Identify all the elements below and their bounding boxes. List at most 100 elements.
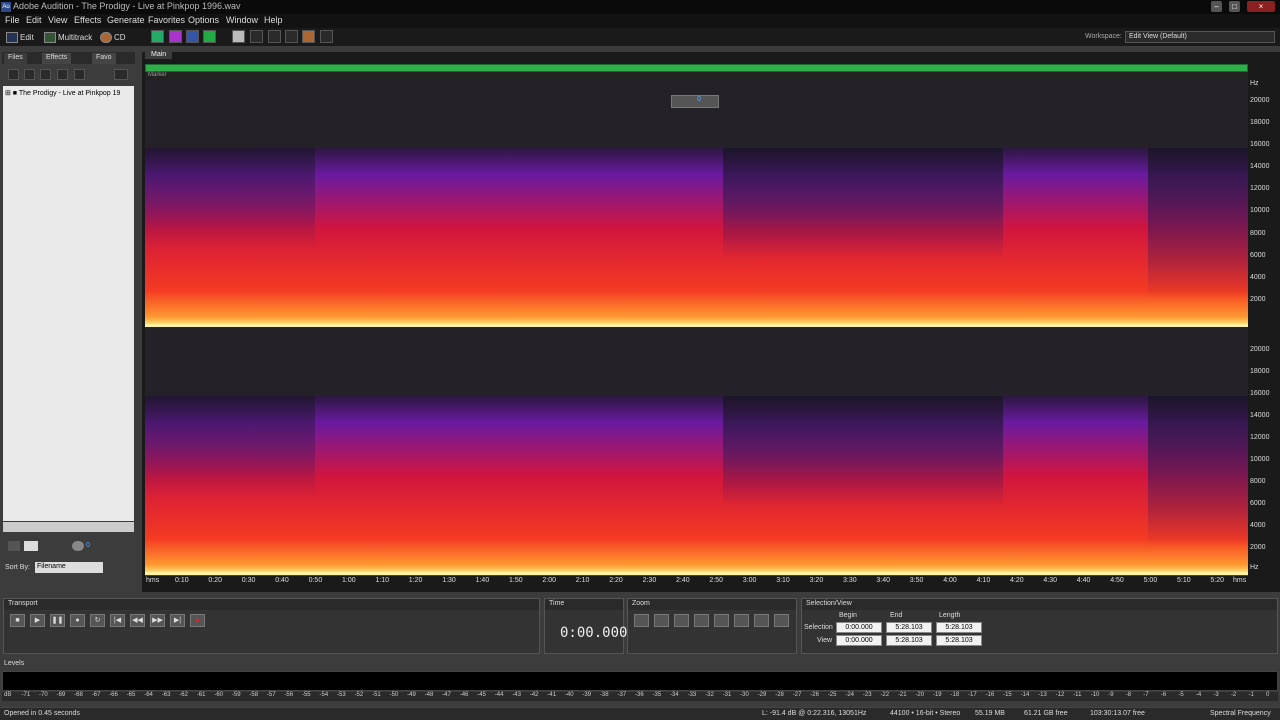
zoom-title: Zoom	[628, 599, 796, 610]
levels-scale-label: -51	[372, 692, 381, 698]
marquee-icon[interactable]	[250, 30, 263, 43]
minimize-icon[interactable]: –	[1211, 1, 1222, 12]
ruler-label: 4000	[1250, 522, 1266, 529]
close-file-icon[interactable]	[24, 69, 35, 80]
zoom-out-full-icon[interactable]	[674, 614, 689, 627]
time-ruler-label: 2:40	[676, 577, 690, 584]
volume-knob-icon[interactable]	[72, 541, 84, 551]
move-icon[interactable]	[320, 30, 333, 43]
levels-scale-label: -8	[1125, 692, 1132, 698]
zoom-out-horizontal-icon[interactable]	[654, 614, 669, 627]
stop-icon[interactable]: ■	[10, 614, 25, 627]
workspace-select[interactable]: Edit View (Default)	[1125, 31, 1275, 43]
lasso-icon[interactable]	[268, 30, 281, 43]
edit-view-button[interactable]: Edit	[6, 30, 34, 44]
import-icon[interactable]	[40, 69, 51, 80]
menu-generate[interactable]: Generate	[107, 15, 145, 25]
auto-play-icon[interactable]	[8, 541, 20, 551]
zoom-out-vertical-icon[interactable]	[774, 614, 789, 627]
menu-favorites[interactable]: Favorites	[148, 15, 185, 25]
selection-begin-field[interactable]: 0:00.000	[836, 622, 882, 633]
view-end-field[interactable]: 5:28.103	[886, 635, 932, 646]
maximize-icon[interactable]: □	[1229, 1, 1240, 12]
open-file-icon[interactable]	[8, 69, 19, 80]
loop-icon[interactable]	[24, 541, 38, 551]
spot-healing-icon[interactable]	[302, 30, 315, 43]
selection-length-field[interactable]: 5:28.103	[936, 622, 982, 633]
row-selection-label: Selection	[804, 624, 833, 631]
time-selection-icon[interactable]	[232, 30, 245, 43]
panel-options-icon[interactable]	[114, 69, 128, 80]
time-ruler-label: 0:30	[241, 577, 256, 584]
tab-files[interactable]: Files	[4, 53, 27, 64]
pause-icon[interactable]: ❚❚	[50, 614, 65, 627]
play-file-icon[interactable]	[74, 69, 85, 80]
levels-scale-label: -57	[266, 692, 276, 698]
zoom-in-vertical-icon[interactable]	[754, 614, 769, 627]
selection-end-field[interactable]: 5:28.103	[886, 622, 932, 633]
go-to-end-icon[interactable]: ▶|	[170, 614, 185, 627]
phase-view-icon[interactable]	[203, 30, 216, 43]
file-list: ⊞ ■ The Prodigy - Live at Pinkpop 19	[3, 86, 134, 521]
levels-meter	[2, 671, 1278, 691]
fast-forward-icon[interactable]: ▶▶	[150, 614, 165, 627]
levels-scale-label: -19	[932, 692, 942, 698]
spectral-display[interactable]	[145, 80, 1248, 575]
pan-view-icon[interactable]	[186, 30, 199, 43]
play-icon[interactable]: ▶	[30, 614, 45, 627]
menu-window[interactable]: Window	[226, 15, 258, 25]
time-ruler-label: 4:00	[943, 577, 957, 584]
cd-view-button[interactable]: CD	[100, 30, 126, 44]
waveform-view-icon[interactable]	[151, 30, 164, 43]
col-end-label: End	[890, 612, 903, 619]
levels-scale-label: -5	[1178, 692, 1184, 698]
levels-scale-label: -10	[1090, 692, 1100, 698]
menu-help[interactable]: Help	[264, 15, 283, 25]
view-length-field[interactable]: 5:28.103	[936, 635, 982, 646]
levels-title: Levels	[4, 660, 25, 667]
record-icon[interactable]: ●	[190, 614, 205, 627]
menu-effects[interactable]: Effects	[74, 15, 101, 25]
menu-options[interactable]: Options	[188, 15, 219, 25]
levels-scale-label: -29	[757, 692, 767, 698]
levels-scale-label: -27	[792, 692, 802, 698]
tab-main[interactable]: Main	[145, 50, 173, 59]
loop-play-icon[interactable]: ↻	[90, 614, 105, 627]
tab-effects[interactable]: Effects	[42, 53, 72, 64]
menu-edit[interactable]: Edit	[26, 15, 42, 25]
go-to-start-icon[interactable]: |◀	[110, 614, 125, 627]
file-list-scrollbar[interactable]	[3, 522, 134, 532]
menu-file[interactable]: File	[5, 15, 20, 25]
close-icon[interactable]: ×	[1247, 1, 1275, 12]
zoom-in-horizontal-icon[interactable]	[634, 614, 649, 627]
zoom-right-icon[interactable]	[734, 614, 749, 627]
status-bar: Opened in 0.45 seconds L: -91.4 dB @ 0:2…	[0, 707, 1280, 720]
rewind-icon[interactable]: ◀◀	[130, 614, 145, 627]
time-ruler[interactable]: hms 0:10 0:20 0:30 0:40 0:50 1:00 1:10 1:20 1:30 1…	[145, 575, 1248, 589]
sort-by-select[interactable]: Filename	[35, 562, 103, 573]
multitrack-label: Multitrack	[58, 32, 93, 42]
levels-scale-label: -52	[354, 692, 364, 698]
tab-favorites[interactable]: Favo	[92, 53, 116, 64]
marker-bar[interactable]	[145, 72, 1248, 80]
ruler-label: 14000	[1250, 163, 1270, 170]
menu-view[interactable]: View	[48, 15, 67, 25]
play-from-cursor-icon[interactable]: ●	[70, 614, 85, 627]
file-item[interactable]: ⊞ ■ The Prodigy - Live at Pinkpop 19	[5, 89, 120, 97]
clip-volume-control[interactable]: 0	[671, 95, 719, 108]
zoom-to-selection-icon[interactable]	[694, 614, 709, 627]
overview-bar[interactable]	[145, 64, 1248, 72]
status-size: 55.19 MB	[975, 710, 1005, 717]
status-free-space: 61.21 GB free	[1024, 710, 1068, 717]
brush-icon[interactable]	[285, 30, 298, 43]
view-begin-field[interactable]: 0:00.000	[836, 635, 882, 646]
zoom-left-icon[interactable]	[714, 614, 729, 627]
levels-scale-label: -23	[862, 692, 872, 698]
col-begin-label: Begin	[839, 612, 857, 619]
levels-scale-label: -50	[389, 692, 399, 698]
insert-icon[interactable]	[57, 69, 68, 80]
multitrack-view-button[interactable]: Multitrack	[44, 30, 92, 44]
spectral-view-icon[interactable]	[169, 30, 182, 43]
ruler-label: 12000	[1250, 185, 1270, 192]
levels-scale-label: -36	[635, 692, 644, 698]
